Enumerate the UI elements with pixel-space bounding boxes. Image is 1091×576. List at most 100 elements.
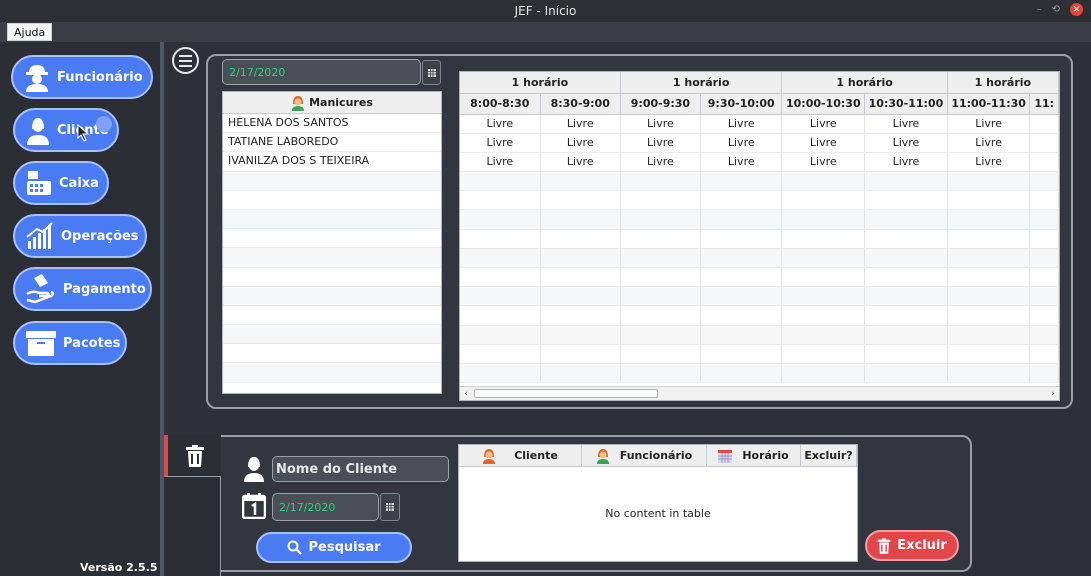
manicures-header-label: Manicures — [309, 96, 373, 109]
empty-row — [460, 248, 1059, 269]
payment-hand-icon — [26, 274, 55, 304]
manicures-table: Manicures HELENA DOS SANTOS TATIANE LABO… — [222, 91, 442, 394]
manicure-row[interactable]: HELENA DOS SANTOS — [223, 114, 441, 134]
manicure-row[interactable]: IVANILZA DOS S TEIXEIRA — [223, 152, 441, 172]
slot-header: 9:30-10:00 — [700, 93, 783, 115]
slot-cell[interactable]: Livre — [781, 152, 866, 173]
package-box-icon — [26, 331, 56, 356]
slot-cell[interactable] — [1029, 114, 1059, 134]
horizontal-scrollbar[interactable]: ‹ › — [460, 386, 1059, 400]
close-icon[interactable]: ✕ — [1070, 3, 1083, 16]
column-excluir[interactable]: Excluir? — [801, 445, 857, 466]
slot-cell[interactable] — [1029, 133, 1059, 153]
column-label: Horário — [742, 449, 789, 462]
nav-label: Caixa — [59, 175, 99, 191]
column-funcionario[interactable]: Funcionário — [582, 445, 707, 466]
empty-row — [223, 363, 441, 383]
slot-cell[interactable]: Livre — [781, 133, 866, 153]
empty-row — [223, 171, 441, 191]
slot-cell[interactable]: Livre — [460, 133, 541, 153]
slot-cell[interactable] — [1029, 152, 1059, 173]
slot-header: 8:00-8:30 — [460, 93, 541, 115]
slot-cell[interactable]: Livre — [700, 114, 783, 134]
slot-cell[interactable]: Livre — [947, 114, 1031, 134]
delete-tab[interactable] — [164, 435, 221, 477]
slot-cell[interactable]: Livre — [947, 133, 1031, 153]
slot-header: 9:00-9:30 — [620, 93, 702, 115]
group-header: 1 horário — [620, 72, 783, 94]
search-button[interactable]: Pesquisar — [256, 532, 412, 563]
restore-icon[interactable]: ⟲ — [1052, 4, 1060, 15]
trash-icon — [877, 537, 891, 554]
appointments-table: Cliente Funcionário Horário Excluir? No … — [458, 444, 858, 562]
delete-date-field[interactable]: 2/17/2020 — [272, 493, 379, 521]
slot-cell[interactable]: Livre — [540, 114, 621, 134]
menu-help[interactable]: Ajuda — [7, 23, 53, 41]
slot-cell[interactable]: Livre — [700, 152, 783, 173]
manicure-row[interactable]: TATIANE LABOREDO — [223, 133, 441, 153]
slot-header: 10:30-11:00 — [864, 93, 948, 115]
calendar-picker-button[interactable] — [422, 60, 441, 85]
delete-button[interactable]: Excluir — [865, 530, 959, 561]
empty-row — [460, 286, 1059, 307]
scroll-right-icon[interactable]: › — [1047, 387, 1059, 400]
client-name-field[interactable]: Nome do Cliente — [272, 456, 449, 482]
column-label: Cliente — [514, 449, 558, 462]
nav-caixa-button[interactable]: Caixa — [13, 161, 109, 205]
manicures-header: Manicures — [223, 92, 441, 114]
empty-row — [223, 344, 441, 364]
manicure-avatar-icon — [292, 95, 305, 111]
empty-row — [223, 286, 441, 306]
empty-row — [460, 363, 1059, 384]
slot-cell[interactable]: Livre — [540, 133, 621, 153]
empty-row — [223, 248, 441, 268]
scroll-left-icon[interactable]: ‹ — [460, 387, 472, 400]
slot-cell[interactable]: Livre — [947, 152, 1031, 173]
nav-label: Pacotes — [63, 335, 121, 351]
slot-cell[interactable]: Livre — [700, 133, 783, 153]
empty-row — [223, 229, 441, 249]
nav-funcionario-button[interactable]: Funcionário — [11, 55, 153, 99]
minimize-icon[interactable]: – — [1037, 4, 1042, 15]
slot-cell[interactable]: Livre — [540, 152, 621, 173]
schedule-table: 1 horário 1 horário 1 horário 1 horário … — [459, 71, 1060, 401]
group-header-row: 1 horário 1 horário 1 horário 1 horário — [460, 72, 1059, 94]
menu-toggle-icon[interactable] — [172, 47, 199, 74]
empty-row — [460, 267, 1059, 288]
bottom-side-strip — [164, 477, 221, 576]
slot-cell[interactable]: Livre — [781, 114, 866, 134]
column-cliente[interactable]: Cliente — [459, 445, 582, 466]
empty-table-message: No content in table — [605, 507, 711, 520]
slot-cell[interactable]: Livre — [460, 114, 541, 134]
calendar-icon — [718, 449, 733, 463]
slot-cell[interactable]: Livre — [864, 133, 948, 153]
empty-row — [223, 268, 441, 287]
calendar-picker-button[interactable] — [380, 493, 400, 521]
group-header: 1 horário — [781, 72, 948, 94]
empty-row — [460, 209, 1059, 230]
column-horario[interactable]: Horário — [707, 445, 801, 466]
nav-operacoes-button[interactable]: Operações — [13, 214, 147, 258]
slot-cell[interactable]: Livre — [460, 152, 541, 173]
empty-row — [223, 191, 441, 210]
empty-row — [460, 325, 1059, 345]
slot-cell[interactable]: Livre — [620, 114, 702, 134]
empty-row — [460, 344, 1059, 364]
schedule-row: Livre Livre Livre Livre Livre Livre Livr… — [460, 152, 1059, 173]
slot-cell[interactable]: Livre — [620, 152, 702, 173]
slot-cell[interactable]: Livre — [620, 133, 702, 153]
client-icon — [27, 118, 49, 145]
hover-indicator — [96, 116, 112, 132]
slot-cell[interactable]: Livre — [864, 152, 948, 173]
schedule-date-field[interactable]: 2/17/2020 — [222, 59, 421, 85]
column-label: Excluir? — [804, 449, 853, 462]
slot-header: 8:30-9:00 — [540, 93, 621, 115]
empty-row — [223, 209, 441, 230]
nav-pagamento-button[interactable]: Pagamento — [13, 267, 152, 311]
search-label: Pesquisar — [308, 540, 381, 555]
trash-icon — [185, 444, 204, 467]
scrollbar-thumb[interactable] — [474, 389, 658, 398]
empty-row — [460, 305, 1059, 326]
nav-pacotes-button[interactable]: Pacotes — [13, 321, 127, 365]
slot-cell[interactable]: Livre — [864, 114, 948, 134]
